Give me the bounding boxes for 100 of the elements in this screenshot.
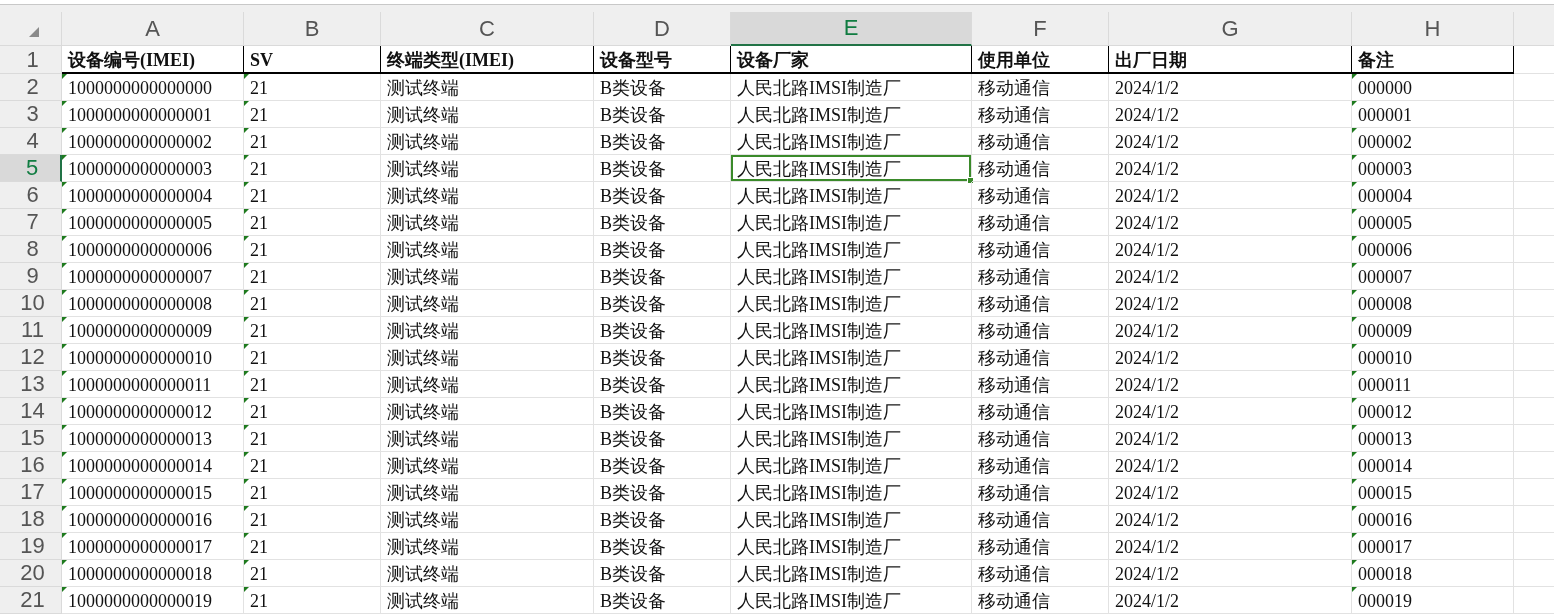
row-header[interactable]: 20 [0,560,62,587]
row-header[interactable]: 18 [0,506,62,533]
cell-text: 移动通信 [978,536,1050,558]
cell-text: 2024/1/2 [1115,374,1179,396]
cell-text: B类设备 [600,509,666,531]
cell-text: 000009 [1358,320,1412,342]
row-header[interactable]: 21 [0,587,62,614]
cell-text: 人民北路IMSI制造厂 [737,77,901,99]
cell-text: 移动通信 [978,509,1050,531]
cell-text: 000010 [1358,347,1412,369]
cell-text: 移动通信 [978,266,1050,288]
cell-text: 1000000000000008 [68,293,212,315]
cell-text: 1000000000000005 [68,212,212,234]
row-header[interactable]: 10 [0,290,62,317]
row-header[interactable]: 17 [0,479,62,506]
cell-text: B类设备 [600,239,666,261]
cell-text: 000011 [1358,374,1412,396]
row-header[interactable]: 6 [0,182,62,209]
cell-text: 2024/1/2 [1115,563,1179,585]
cell-text: 000015 [1358,482,1412,504]
column-header[interactable]: B [244,12,381,46]
row-header[interactable]: 1 [0,46,62,74]
cell-text: 移动通信 [978,590,1050,612]
column-title: SV [250,49,273,71]
cell-text: B类设备 [600,320,666,342]
cell-text: 000007 [1358,266,1412,288]
column-header[interactable]: D [594,12,731,46]
row-header[interactable]: 7 [0,209,62,236]
fill-handle[interactable] [967,177,974,184]
cell-text: 21 [250,77,268,99]
column-header[interactable]: F [972,12,1109,46]
row-header[interactable]: 2 [0,74,62,101]
cell-text: 000013 [1358,428,1412,450]
cell-text: 21 [250,428,268,450]
cell-text: B类设备 [600,293,666,315]
row-header[interactable]: 13 [0,371,62,398]
cell-text: 人民北路IMSI制造厂 [737,347,901,369]
cell-text: 21 [250,320,268,342]
column-title: 出厂日期 [1115,49,1187,71]
row-header[interactable]: 9 [0,263,62,290]
row-header[interactable]: 14 [0,398,62,425]
cell-text: 000019 [1358,590,1412,612]
cell-text: 人民北路IMSI制造厂 [737,158,901,180]
cell-text: B类设备 [600,563,666,585]
select-all-icon[interactable] [29,27,39,37]
cell-text: 2024/1/2 [1115,455,1179,477]
cell-text: 1000000000000007 [68,266,212,288]
column-title: 备注 [1358,49,1394,71]
cell-text: 1000000000000019 [68,590,212,612]
row-header[interactable]: 5 [0,155,62,182]
column-header[interactable]: E [731,12,972,46]
cell-text: B类设备 [600,347,666,369]
cell-text: 2024/1/2 [1115,293,1179,315]
cell-text: 测试终端 [387,455,459,477]
cell-text: B类设备 [600,482,666,504]
cell-text: 测试终端 [387,212,459,234]
column-header[interactable]: H [1352,12,1514,46]
cell-text: 测试终端 [387,266,459,288]
cell-text: 1000000000000001 [68,104,212,126]
cell-text: 人民北路IMSI制造厂 [737,455,901,477]
cell-text: 测试终端 [387,185,459,207]
cell-text: 人民北路IMSI制造厂 [737,536,901,558]
column-header[interactable]: A [62,12,244,46]
cell-text: 2024/1/2 [1115,104,1179,126]
corner-header[interactable] [0,12,62,46]
cell-text: 000017 [1358,536,1412,558]
cell-text: 移动通信 [978,239,1050,261]
cell-text: 2024/1/2 [1115,509,1179,531]
cell-text: B类设备 [600,428,666,450]
cell-text: 移动通信 [978,401,1050,423]
cell-text: 21 [250,401,268,423]
cell-text: B类设备 [600,212,666,234]
cell-text: 测试终端 [387,104,459,126]
cell-text: 1000000000000011 [68,374,212,396]
row-header[interactable]: 11 [0,317,62,344]
cell-text: B类设备 [600,266,666,288]
cell-text: 000001 [1358,104,1412,126]
row-header[interactable]: 15 [0,425,62,452]
cell-text: 2024/1/2 [1115,401,1179,423]
cell-text: 移动通信 [978,185,1050,207]
cell-text: 人民北路IMSI制造厂 [737,239,901,261]
column-title: 设备编号(IMEI) [68,49,195,71]
column-title: 设备型号 [600,49,672,71]
cell-text: 21 [250,293,268,315]
column-header[interactable]: G [1109,12,1352,46]
row-header[interactable]: 4 [0,128,62,155]
row-header[interactable]: 19 [0,533,62,560]
cell-text: 测试终端 [387,77,459,99]
cell-text: 测试终端 [387,158,459,180]
row-header[interactable]: 8 [0,236,62,263]
row-header[interactable]: 3 [0,101,62,128]
cell-text: 2024/1/2 [1115,482,1179,504]
cell-text: 1000000000000000 [68,77,212,99]
cell-text: 21 [250,590,268,612]
cell-text: 000014 [1358,455,1412,477]
row-header[interactable]: 12 [0,344,62,371]
column-header[interactable]: C [381,12,594,46]
cell-text: B类设备 [600,131,666,153]
row-header[interactable]: 16 [0,452,62,479]
cell-text: B类设备 [600,455,666,477]
